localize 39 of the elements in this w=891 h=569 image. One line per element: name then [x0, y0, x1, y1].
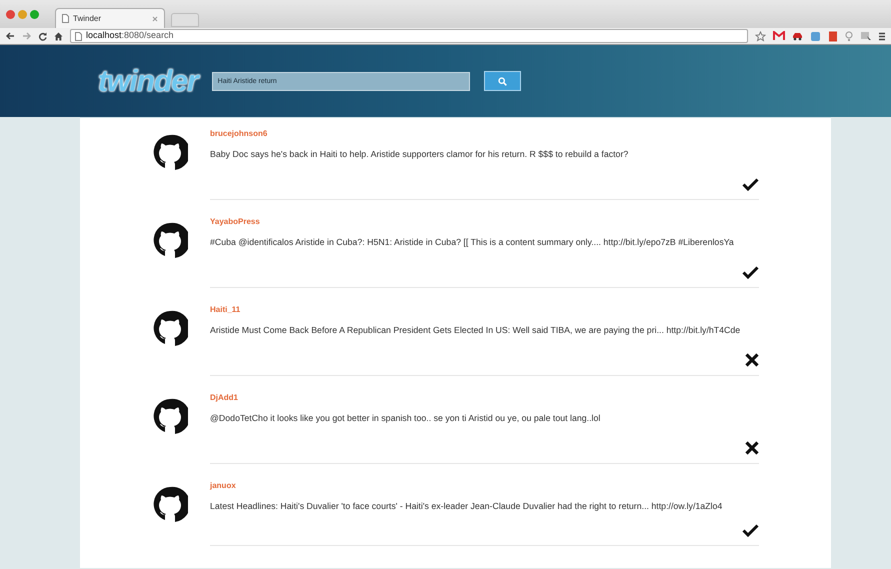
search-icon: [498, 76, 507, 86]
username-link[interactable]: brucejohnson6: [210, 128, 759, 140]
avatar-icon: [152, 310, 188, 346]
checkmark-icon[interactable]: [742, 266, 759, 279]
tweet-text: @DodoTetCho it looks like you got better in spanish too.. se yon ti Aristid ou ye, ou pale tout lang..lol: [210, 412, 602, 425]
username-link[interactable]: Haiti_11: [210, 304, 759, 316]
cross-icon[interactable]: [745, 441, 759, 455]
browser-tab[interactable]: Twinder: [55, 8, 165, 28]
back-icon[interactable]: [6, 32, 15, 40]
extension-icon[interactable]: [860, 30, 872, 42]
car-icon[interactable]: [792, 31, 803, 41]
cross-icon[interactable]: [745, 353, 759, 367]
home-icon[interactable]: [54, 32, 63, 40]
search-button[interactable]: [484, 71, 521, 91]
star-icon[interactable]: [755, 30, 766, 42]
url-text: localhost:8080/search: [86, 29, 174, 42]
username-link[interactable]: DjAdd1: [210, 392, 759, 404]
tweet-text: Latest Headlines: Haiti's Duvalier 'to face courts' - Haiti's ex-leader Jean-Claude Duvalier had the right to return... http://ow.ly/1aZlo4: [210, 500, 724, 513]
tab-title: Twinder: [73, 12, 102, 24]
mail-icon[interactable]: [773, 31, 785, 41]
reload-icon[interactable]: [38, 32, 47, 40]
username-link[interactable]: januox: [210, 480, 759, 492]
extension-icon[interactable]: [810, 30, 821, 42]
avatar-icon: [152, 134, 188, 170]
avatar-icon: [152, 222, 188, 258]
close-icon[interactable]: [152, 16, 158, 22]
lightbulb-icon[interactable]: [845, 30, 853, 42]
username-link[interactable]: YayaboPress: [210, 216, 759, 228]
avatar-icon: [152, 486, 188, 522]
tweet-text: Baby Doc says he's back in Haiti to help. Aristide supporters clamor for his return. R $$$ to rebuild a factor?: [210, 148, 630, 161]
window-controls-icon[interactable]: [6, 10, 39, 18]
tweet-text: #Cuba @identificalos Aristide in Cuba?: H5N1: Aristide in Cuba? [[ This is a content summary only.... http://bit.ly/epo7zB #LiberenlosYa: [210, 236, 735, 249]
address-bar[interactable]: localhost:8080/search: [70, 29, 748, 43]
tweet-text: Aristide Must Come Back Before A Republican President Gets Elected In US: Well said TIBA, we are paying the pri... http://bit.ly/hT4Cde: [210, 324, 742, 337]
logo[interactable]: twinder: [98, 58, 198, 104]
menu-icon[interactable]: [879, 32, 885, 40]
checkmark-icon[interactable]: [742, 178, 759, 191]
checkmark-icon[interactable]: [742, 524, 759, 537]
avatar-icon: [152, 398, 188, 434]
